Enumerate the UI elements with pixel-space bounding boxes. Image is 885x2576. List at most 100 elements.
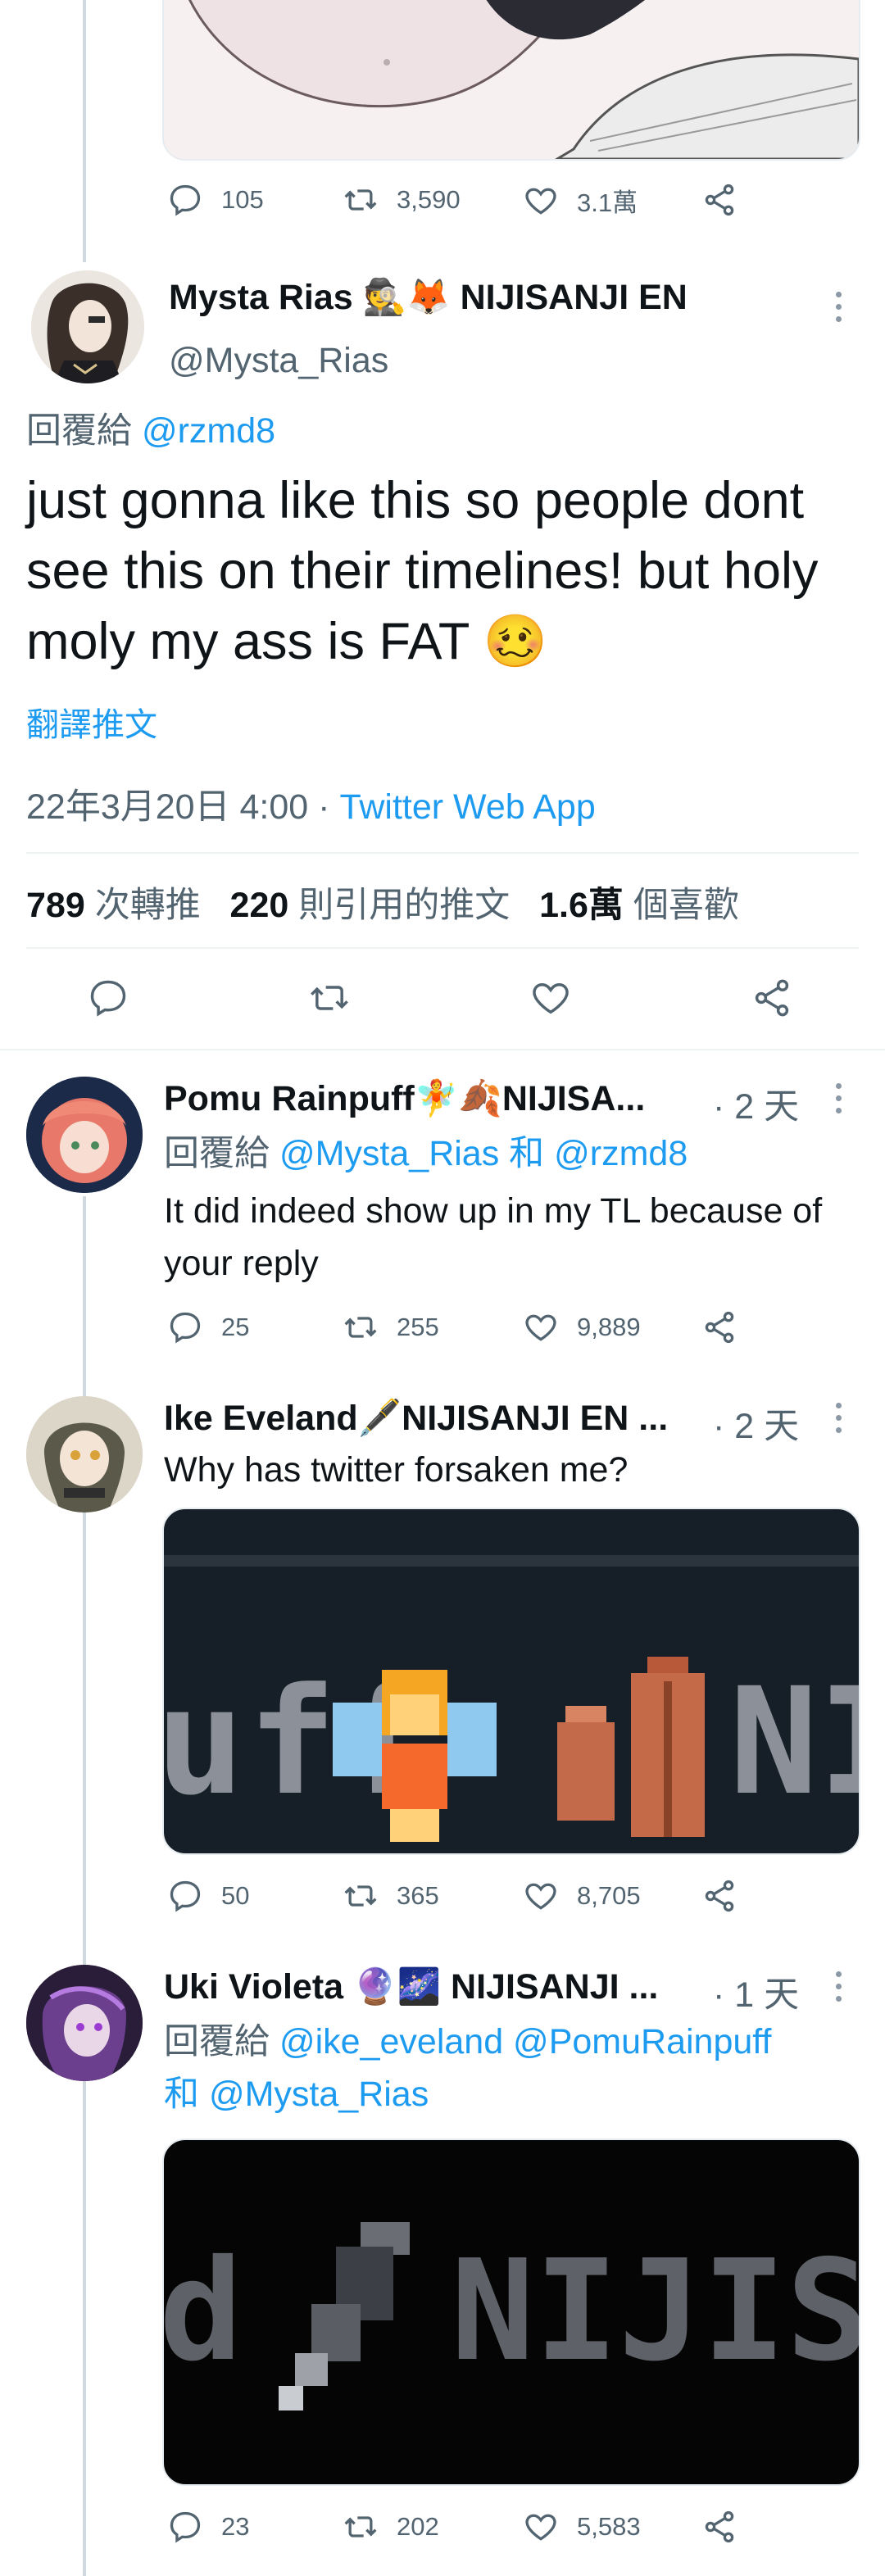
top-tweet-image[interactable] — [162, 0, 860, 161]
retweets-num: 789 — [26, 886, 85, 925]
reply-count: 25 — [221, 1313, 250, 1341]
reply2-retweet-action[interactable]: 365 — [343, 1878, 439, 1914]
retweet-count: 202 — [397, 2512, 439, 2541]
reply1-share-action[interactable] — [701, 1309, 756, 1345]
avatar-uki[interactable] — [26, 1965, 143, 2081]
reply2-share-action[interactable] — [701, 1878, 756, 1914]
media-pixel-text-right: NI — [729, 1657, 859, 1828]
main-tweet-text: just gonna like this so people dont see … — [26, 472, 819, 670]
pen-emoji-icon — [279, 2222, 410, 2410]
avatar-pomu[interactable] — [26, 1077, 143, 1193]
top-reply-action[interactable]: 105 — [167, 182, 264, 218]
quotes-num: 220 — [229, 886, 289, 925]
reply1-reply-prefix: 回覆給 — [164, 1134, 270, 1173]
divider-stats-bottom — [26, 947, 859, 949]
tweet-timestamp[interactable]: 22年3月20日 4:00 — [26, 787, 308, 827]
like-count: 5,583 — [577, 2512, 641, 2541]
media-band — [164, 1555, 859, 1567]
divider-main-end — [0, 1049, 885, 1050]
reply2-more-icon[interactable] — [836, 1403, 842, 1440]
reply3-display-name[interactable]: Uki Violeta 🔮🌌 NIJISANJI ... — [164, 1966, 658, 2007]
retweet-icon — [344, 2516, 377, 2537]
reply1-retweet-action[interactable]: 255 — [343, 1309, 439, 1345]
reply2-like-action[interactable]: 8,705 — [523, 1878, 641, 1914]
share-icon — [755, 979, 789, 1017]
reply1-reply-line: 回覆給 @Mysta_Rias 和 @rzmd8 — [164, 1127, 688, 1180]
reply1-more-icon[interactable] — [836, 1083, 842, 1120]
reply2-text: Why has twitter forsaken me? — [164, 1450, 629, 1490]
heart-icon — [525, 1314, 556, 1341]
reply3-time[interactable]: · 1 天 — [713, 1966, 799, 2017]
translate-tweet-link[interactable]: 翻譯推文 — [26, 698, 157, 746]
share-icon — [705, 1311, 734, 1344]
media-pixel-text-main: NIJISA — [451, 2230, 859, 2392]
reply3-reply-prefix: 回覆給 — [164, 2022, 270, 2061]
reply-icon — [90, 980, 126, 1017]
like-count: 9,889 — [577, 1313, 641, 1341]
main-reply-line: 回覆給 @rzmd8 — [26, 405, 275, 457]
reply1-reply-action[interactable]: 25 — [167, 1309, 249, 1345]
leaves-emoji-icon — [557, 1657, 705, 1837]
reply3-mentions-1[interactable]: @ike_eveland @PomuRainpuff — [279, 2022, 771, 2061]
top-share-action[interactable] — [701, 182, 756, 218]
main-reply-button[interactable] — [87, 977, 129, 1019]
reply3-retweet-action[interactable]: 202 — [343, 2509, 439, 2545]
reply1-mentions[interactable]: @Mysta_Rias 和 @rzmd8 — [279, 1134, 688, 1173]
meta-separator: · — [308, 787, 340, 827]
reply3-more-icon[interactable] — [836, 1971, 842, 2008]
avatar-mysta[interactable] — [31, 270, 144, 383]
reply-mention-rzmd8[interactable]: @rzmd8 — [142, 411, 275, 451]
likes-stat[interactable]: 1.6萬 個喜歡 — [539, 886, 739, 925]
retweet-count: 365 — [397, 1881, 439, 1910]
reply1-display-name[interactable]: Pomu Rainpuff🧚🍂NIJISA... — [164, 1078, 645, 1119]
like-count: 3.1萬 — [577, 188, 638, 217]
reply-count: 105 — [221, 185, 264, 214]
avatar-ike[interactable] — [26, 1396, 143, 1512]
retweet-icon — [344, 189, 377, 211]
likes-num: 1.6萬 — [539, 886, 624, 925]
reply2-display-name[interactable]: Ike Eveland🖋️NIJISANJI EN ... — [164, 1398, 668, 1439]
top-like-action[interactable]: 3.1萬 — [523, 182, 638, 219]
main-share-button[interactable] — [751, 977, 793, 1019]
heart-icon — [533, 983, 569, 1014]
reply3-reply-line: 回覆給 @ike_eveland @PomuRainpuff 和 @Mysta_… — [164, 2016, 869, 2120]
reply1-like-action[interactable]: 9,889 — [523, 1309, 641, 1345]
reply-icon — [170, 1312, 201, 1344]
reply2-reply-action[interactable]: 50 — [167, 1878, 249, 1914]
reply-icon — [170, 2511, 201, 2543]
retweet-icon — [344, 1317, 377, 1338]
reply1-time[interactable]: · 2 天 — [713, 1078, 799, 1129]
retweet-count: 3,590 — [397, 185, 461, 214]
more-options-icon[interactable] — [836, 292, 842, 329]
main-retweet-button[interactable] — [308, 977, 351, 1019]
reply1-text: It did indeed show up in my TL because o… — [164, 1191, 823, 1283]
reply3-mentions-2[interactable]: @Mysta_Rias — [209, 2075, 429, 2114]
reply-count: 23 — [221, 2512, 250, 2541]
retweets-stat[interactable]: 789 次轉推 — [26, 886, 201, 925]
like-count: 8,705 — [577, 1881, 641, 1910]
reply-icon — [170, 1880, 201, 1912]
tweet-source[interactable]: Twitter Web App — [339, 787, 595, 827]
reply3-media-image[interactable]: d NIJISA — [162, 2138, 860, 2486]
tweet-stats: 789 次轉推 220 則引用的推文 1.6萬 個喜歡 — [26, 877, 739, 927]
heart-icon — [525, 2514, 556, 2541]
quotes-stat[interactable]: 220 則引用的推文 — [230, 886, 511, 925]
reply2-time[interactable]: · 2 天 — [713, 1398, 799, 1449]
reply3-reply-action[interactable]: 23 — [167, 2509, 249, 2545]
author-handle[interactable]: @Mysta_Rias — [169, 334, 388, 387]
thread-line-top — [83, 0, 86, 262]
reply3-and: 和 — [164, 2075, 199, 2114]
main-like-button[interactable] — [529, 977, 572, 1019]
retweet-count: 255 — [397, 1313, 439, 1341]
reply-count: 50 — [221, 1881, 250, 1910]
reply2-media-image[interactable]: uff NI — [162, 1508, 860, 1855]
top-retweet-action[interactable]: 3,590 — [343, 182, 461, 218]
retweets-label: 次轉推 — [94, 886, 201, 925]
fairy-emoji-icon — [333, 1670, 497, 1842]
media-pixel-text-left: d — [162, 2230, 243, 2392]
reply3-like-action[interactable]: 5,583 — [523, 2509, 641, 2545]
author-display-name[interactable]: Mysta Rias 🕵️🦊 NIJISANJI EN — [169, 277, 688, 318]
tweet-meta: 22年3月20日 4:00 · Twitter Web App — [26, 778, 596, 829]
reply3-share-action[interactable] — [701, 2509, 756, 2545]
likes-label: 個喜歡 — [633, 886, 739, 925]
